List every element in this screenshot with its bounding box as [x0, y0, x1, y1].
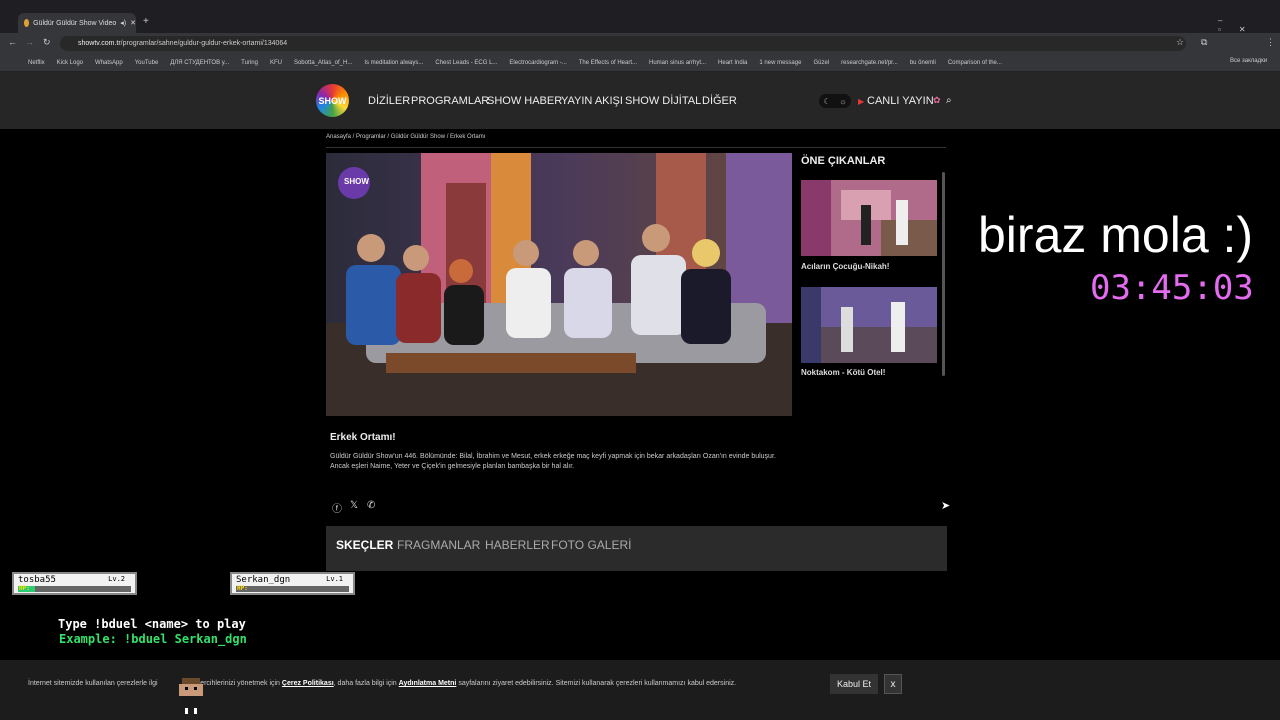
tab-skecler[interactable]: SKEÇLER: [336, 538, 393, 552]
highlight-thumbnail[interactable]: [801, 180, 937, 256]
bookmark-item[interactable]: The Effects of Heart...: [579, 60, 637, 66]
break-text: biraz mola :): [978, 207, 1254, 263]
video-player[interactable]: SHOW: [326, 153, 792, 416]
facebook-icon[interactable]: ⓕ: [332, 500, 342, 515]
duel-instruction: Type !bduel <name> to play: [58, 617, 246, 631]
hp-label: HP:: [19, 585, 30, 592]
hp-bar: HP:: [18, 585, 131, 592]
nav-show-dijital[interactable]: SHOW DİJİTAL: [625, 95, 701, 107]
player-level: Lv.2: [108, 575, 125, 583]
browser-tab[interactable]: Güldür Güldür Show Video ◂) ✕: [18, 13, 136, 33]
menu-icon[interactable]: ⋮: [1266, 37, 1275, 48]
bookmark-item[interactable]: Human sinus arrhyt...: [649, 60, 706, 66]
nav-yayin-akisi[interactable]: YAYIN AKIŞI: [561, 95, 623, 107]
sidebar-scrollbar[interactable]: [942, 172, 945, 376]
extensions-icon[interactable]: ⧉: [1201, 37, 1207, 48]
url-host: showtv.com.tr: [78, 40, 121, 47]
site-header: SHOW DİZİLER PROGRAMLAR SHOW HABER YAYIN…: [0, 72, 1280, 129]
bookmark-item[interactable]: Electrocardiogram -...: [509, 60, 566, 66]
bookmark-item[interactable]: bu önemli: [910, 60, 936, 66]
nav-diger[interactable]: DİĞER: [702, 95, 737, 107]
minimize-icon[interactable]: –: [1218, 16, 1240, 25]
moon-icon: ☾: [823, 96, 831, 106]
mouse-cursor-icon: ➤: [941, 500, 951, 512]
player-logo-watermark: SHOW: [344, 177, 369, 186]
bookmark-item[interactable]: Netflix: [28, 60, 45, 66]
gift-icon[interactable]: ✿: [933, 95, 941, 106]
new-tab-button[interactable]: +: [143, 16, 149, 27]
breadcrumb[interactable]: Anasayfa / Programlar / Güldür Güldür Sh…: [326, 134, 485, 140]
bookmark-item[interactable]: Kick Logo: [57, 60, 83, 66]
highlight-title[interactable]: Acıların Çocuğu-Nikah!: [801, 262, 889, 271]
episode-description: Güldür Güldür Show'un 446. Bölümünde: Bi…: [330, 453, 776, 470]
accept-cookies-button[interactable]: Kabul Et: [830, 674, 878, 694]
duel-example: Example: !bduel Serkan_dgn: [59, 632, 247, 646]
search-icon[interactable]: ⌕: [946, 95, 952, 106]
favicon-icon: [24, 19, 30, 27]
player-hp-card: Serkan_dgn Lv.1 HP:: [230, 572, 355, 595]
episode-title: Erkek Ortamı!: [330, 432, 396, 443]
tab-foto-galeri[interactable]: FOTO GALERİ: [551, 538, 631, 552]
x-icon[interactable]: 𝕏: [350, 500, 358, 511]
nav-programlar[interactable]: PROGRAMLAR: [411, 95, 489, 107]
cookie-policy-link[interactable]: Çerez Politikası: [282, 680, 334, 687]
theme-toggle[interactable]: ☾ ☼: [819, 94, 851, 108]
reload-icon[interactable]: ↻: [43, 37, 51, 48]
audio-icon: ◂): [120, 20, 127, 27]
player-name: Serkan_dgn: [236, 575, 291, 585]
bookmark-item[interactable]: KFU: [270, 60, 282, 66]
show-logo[interactable]: SHOW: [316, 84, 349, 117]
window-controls: –▫✕: [1218, 16, 1280, 34]
bookmark-item[interactable]: Turing: [241, 60, 258, 66]
highlight-title[interactable]: Noktakom - Kötü Otel!: [801, 368, 885, 377]
bookmark-item[interactable]: Chest Leads - ECG L...: [435, 60, 497, 66]
live-dot-icon: ▶: [858, 97, 865, 106]
whatsapp-icon[interactable]: ✆: [367, 500, 375, 511]
player-name: tosba55: [18, 575, 56, 585]
bookmark-item[interactable]: researchgate.net/pr...: [841, 60, 898, 66]
bookmarks-bar: Netflix Kick Logo WhatsApp YouTube ДЛЯ С…: [0, 54, 1280, 72]
address-bar: ← → ↻ showtv.com.tr/programlar/sahne/gul…: [0, 33, 1280, 54]
bookmark-star-icon[interactable]: ☆: [1176, 37, 1184, 48]
sun-icon: ☼: [839, 96, 847, 106]
bookmark-item[interactable]: Heart India: [718, 60, 747, 66]
close-cookie-button[interactable]: x: [884, 674, 902, 694]
bookmark-item[interactable]: Sobotta_Atlas_of_H...: [294, 60, 352, 66]
live-link[interactable]: CANLI YAYIN: [867, 95, 934, 107]
pixel-character-sprite: [179, 678, 203, 714]
content-tabs: SKEÇLER FRAGMANLAR HABERLER FOTO GALERİ: [326, 526, 947, 571]
url-field[interactable]: showtv.com.tr/programlar/sahne/guldur-gu…: [60, 36, 1186, 51]
breadcrumb-divider: [326, 147, 946, 148]
bookmark-item[interactable]: Comparison of the...: [948, 60, 1002, 66]
back-icon[interactable]: ←: [8, 37, 17, 47]
sidebar-title: ÖNE ÇIKANLAR: [801, 155, 886, 167]
hp-label: HP:: [237, 585, 248, 592]
tab-haberler[interactable]: HABERLER: [485, 538, 550, 552]
tab-title: Güldür Güldür Show Video: [33, 19, 117, 27]
url-path: /programlar/sahne/guldur-guldur-erkek-or…: [120, 40, 288, 47]
bookmark-item[interactable]: ДЛЯ СТУДЕНТОВ у...: [170, 60, 229, 66]
hp-bar: HP:: [236, 585, 349, 592]
browser-tab-bar: Güldür Güldür Show Video ◂) ✕ + –▫✕: [0, 0, 1280, 34]
break-timer: 03:45:03: [1090, 268, 1254, 308]
privacy-notice-link[interactable]: Aydınlatma Metni: [399, 680, 457, 687]
highlight-thumbnail[interactable]: [801, 287, 937, 363]
tab-close-icon[interactable]: ✕: [130, 19, 136, 27]
tab-fragmanlar[interactable]: FRAGMANLAR: [397, 538, 480, 552]
bookmark-item[interactable]: Is meditation always...: [364, 60, 423, 66]
bookmark-item[interactable]: YouTube: [135, 60, 159, 66]
all-bookmarks[interactable]: Все закладки: [1226, 58, 1280, 64]
bookmark-item[interactable]: WhatsApp: [95, 60, 123, 66]
player-hp-card: tosba55 Lv.2 HP:: [12, 572, 137, 595]
nav-show-haber[interactable]: SHOW HABER: [487, 95, 562, 107]
thumbnail-image: [801, 287, 937, 363]
video-frame: [326, 153, 792, 416]
nav-diziler[interactable]: DİZİLER: [368, 95, 410, 107]
forward-icon[interactable]: →: [25, 37, 34, 47]
bookmark-item[interactable]: 1 new message: [759, 60, 801, 66]
bookmark-item[interactable]: Güzel: [813, 60, 829, 66]
cookie-text: İnternet sitemizde kullanılan çerezlerle…: [28, 680, 737, 687]
player-level: Lv.1: [326, 575, 343, 583]
thumbnail-image: [801, 180, 937, 256]
